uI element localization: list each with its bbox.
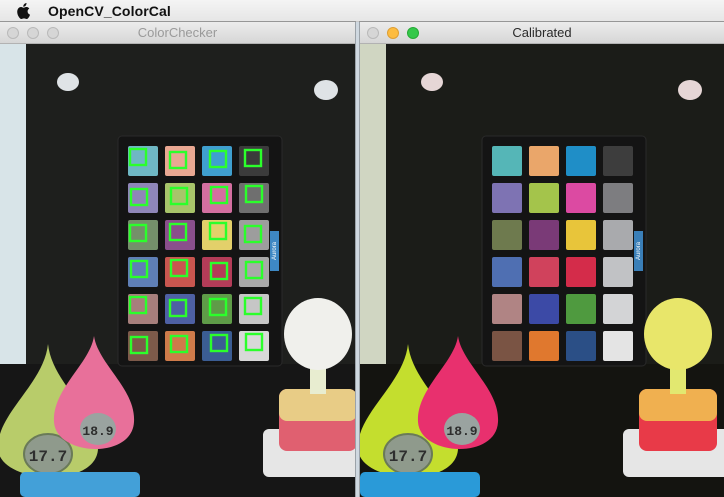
- minimize-button[interactable]: [27, 27, 39, 39]
- color-patch: [529, 220, 559, 250]
- color-patch: [603, 331, 633, 361]
- color-patch: [492, 220, 522, 250]
- color-patch: [128, 183, 158, 213]
- color-patch: [566, 220, 596, 250]
- clock-display: 17.7: [389, 448, 427, 466]
- color-patch: [202, 220, 232, 250]
- colorchecker-image: Aurora 17.7 18.9: [0, 44, 355, 497]
- color-patch: [603, 183, 633, 213]
- color-patch: [165, 257, 195, 287]
- window-titlebar[interactable]: ColorChecker: [0, 22, 355, 44]
- color-patch: [492, 146, 522, 176]
- figurine: [57, 73, 79, 91]
- blue-base: [20, 472, 140, 497]
- app-menu-title[interactable]: OpenCV_ColorCal: [48, 3, 171, 19]
- color-patch: [239, 220, 269, 250]
- lamp-head: [644, 298, 712, 370]
- zoom-button[interactable]: [47, 27, 59, 39]
- menu-bar: OpenCV_ColorCal: [0, 0, 724, 22]
- window-titlebar[interactable]: Calibrated: [360, 22, 724, 44]
- color-patch: [566, 183, 596, 213]
- color-patch: [128, 331, 158, 361]
- color-patch: [529, 183, 559, 213]
- color-patch: [128, 146, 158, 176]
- color-patch: [492, 294, 522, 324]
- color-patch: [529, 331, 559, 361]
- color-patch: [529, 146, 559, 176]
- minimize-button[interactable]: [387, 27, 399, 39]
- color-patch: [603, 294, 633, 324]
- color-patch: [529, 257, 559, 287]
- color-patch: [603, 220, 633, 250]
- color-patch: [566, 146, 596, 176]
- figurine: [314, 80, 338, 100]
- window-title: ColorChecker: [137, 25, 218, 40]
- apple-logo-icon[interactable]: [16, 2, 30, 19]
- color-patch: [492, 331, 522, 361]
- color-patch: [566, 294, 596, 324]
- figurine: [421, 73, 443, 91]
- zoom-button[interactable]: [407, 27, 419, 39]
- color-patch: [529, 294, 559, 324]
- color-patch: [566, 331, 596, 361]
- board-label-text: Aurora: [272, 241, 278, 260]
- clock-display: 17.7: [29, 448, 67, 466]
- window-title: Calibrated: [512, 25, 572, 40]
- color-patch: [239, 183, 269, 213]
- calibrated-image: Aurora 17.7 18.9: [360, 44, 724, 497]
- figurine: [678, 80, 702, 100]
- calibrated-window[interactable]: Calibrated Aurora 17.7 18.9: [360, 22, 724, 497]
- colorchecker-window[interactable]: ColorChecker Aurora 17.7 18.9: [0, 22, 355, 497]
- color-patch: [492, 257, 522, 287]
- color-patch: [128, 294, 158, 324]
- lamp-head: [284, 298, 352, 370]
- color-patch: [492, 183, 522, 213]
- clock-display: 18.9: [82, 424, 113, 439]
- color-patch: [566, 257, 596, 287]
- board-label-text: Aurora: [636, 241, 642, 260]
- close-button[interactable]: [7, 27, 19, 39]
- color-patch: [603, 146, 633, 176]
- clock-display: 18.9: [446, 424, 477, 439]
- close-button[interactable]: [367, 27, 379, 39]
- blue-base: [360, 472, 480, 497]
- color-patch: [239, 331, 269, 361]
- color-patch: [603, 257, 633, 287]
